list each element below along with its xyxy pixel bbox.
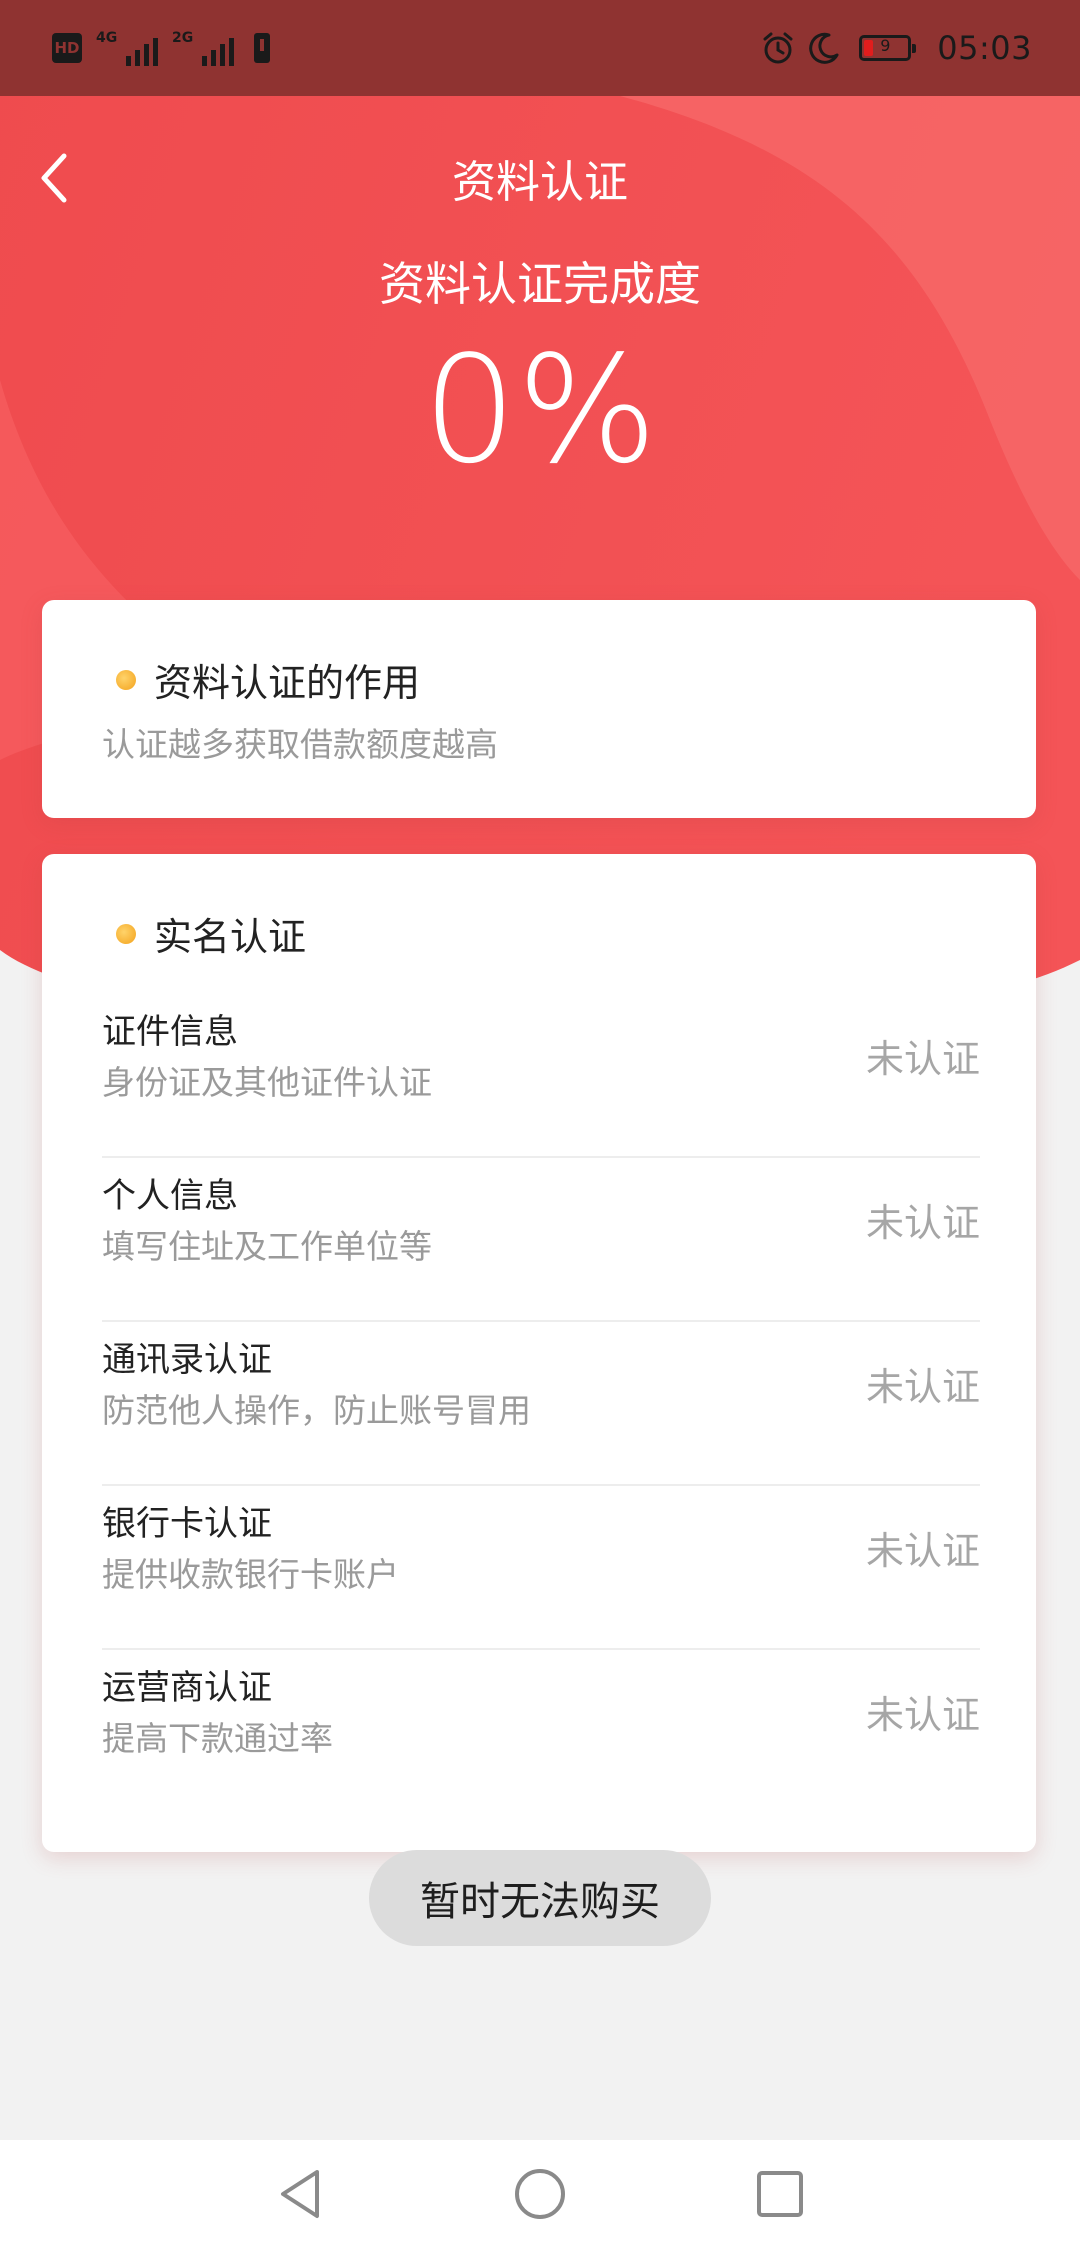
item-title: 证件信息 — [102, 1012, 238, 1052]
status-right-group: 9 05:03 — [761, 26, 1032, 70]
network-type-label-secondary: 2G — [172, 30, 194, 46]
list-item-id-info[interactable]: 证件信息 身份证及其他证件认证 未认证 — [102, 994, 980, 1158]
item-status: 未认证 — [865, 1693, 980, 1737]
item-status: 未认证 — [865, 1201, 980, 1245]
item-status: 未认证 — [865, 1037, 980, 1081]
page-title: 资料认证 — [452, 157, 628, 208]
item-title: 个人信息 — [102, 1176, 238, 1216]
item-subtitle: 提高下款通过率 — [102, 1719, 333, 1758]
hd-icon: HD — [52, 33, 82, 63]
item-status: 未认证 — [865, 1529, 980, 1573]
realname-card-header: 实名认证 — [116, 906, 306, 961]
list-item-contacts[interactable]: 通讯录认证 防范他人操作，防止账号冒用 未认证 — [102, 1322, 980, 1486]
item-subtitle: 提供收款银行卡账户 — [102, 1555, 399, 1594]
signal-icon: 4G — [96, 30, 158, 66]
item-title: 银行卡认证 — [102, 1504, 272, 1544]
item-title: 通讯录认证 — [102, 1340, 272, 1380]
status-time: 05:03 — [937, 29, 1032, 67]
item-subtitle: 防范他人操作，防止账号冒用 — [102, 1391, 531, 1430]
bullet-dot-icon — [116, 669, 136, 690]
item-subtitle: 身份证及其他证件认证 — [102, 1063, 432, 1102]
system-nav-bar — [0, 2140, 1080, 2244]
purpose-card-description: 认证越多获取借款额度越高 — [102, 725, 498, 764]
back-triangle-icon — [281, 2170, 319, 2218]
nav-recents-button[interactable] — [750, 2164, 810, 2224]
realname-card-title: 实名认证 — [154, 915, 307, 959]
alarm-icon — [763, 32, 793, 64]
item-status: 未认证 — [865, 1365, 980, 1409]
battery-level: 9 — [880, 36, 891, 55]
verification-list: 证件信息 身份证及其他证件认证 未认证 个人信息 填写住址及工作单位等 未认证 … — [102, 994, 980, 1814]
bullet-dot-icon — [116, 923, 136, 944]
status-left-group: HD 4G 2G — [52, 28, 270, 68]
list-item-personal-info[interactable]: 个人信息 填写住址及工作单位等 未认证 — [102, 1158, 980, 1322]
list-item-bank-card[interactable]: 银行卡认证 提供收款银行卡账户 未认证 — [102, 1486, 980, 1650]
progress-label: 资料认证完成度 — [379, 257, 701, 311]
toast-message: 暂时无法购买 — [369, 1850, 711, 1946]
list-item-carrier[interactable]: 运营商认证 提高下款通过率 未认证 — [102, 1650, 980, 1814]
home-circle-icon — [515, 2169, 565, 2219]
moon-icon — [809, 32, 839, 64]
purpose-card: 资料认证的作用 认证越多获取借款额度越高 — [42, 600, 1036, 818]
signal-icon-secondary: 2G — [172, 30, 234, 66]
status-bar: HD 4G 2G 9 05:03 — [0, 0, 1080, 96]
realname-card: 实名认证 证件信息 身份证及其他证件认证 未认证 个人信息 填写住址及工作单位等… — [42, 854, 1036, 1852]
nav-home-button[interactable] — [510, 2164, 570, 2224]
network-type-label: 4G — [96, 30, 118, 46]
purpose-card-title: 资料认证的作用 — [154, 661, 421, 705]
progress-value: 0% — [422, 324, 658, 496]
recents-square-icon — [757, 2171, 803, 2217]
item-subtitle: 填写住址及工作单位等 — [102, 1227, 432, 1266]
alert-icon — [254, 33, 270, 63]
battery-icon: 9 — [859, 35, 917, 61]
purpose-card-header: 资料认证的作用 — [116, 652, 420, 707]
item-title: 运营商认证 — [102, 1668, 272, 1708]
nav-back-button[interactable] — [270, 2164, 330, 2224]
